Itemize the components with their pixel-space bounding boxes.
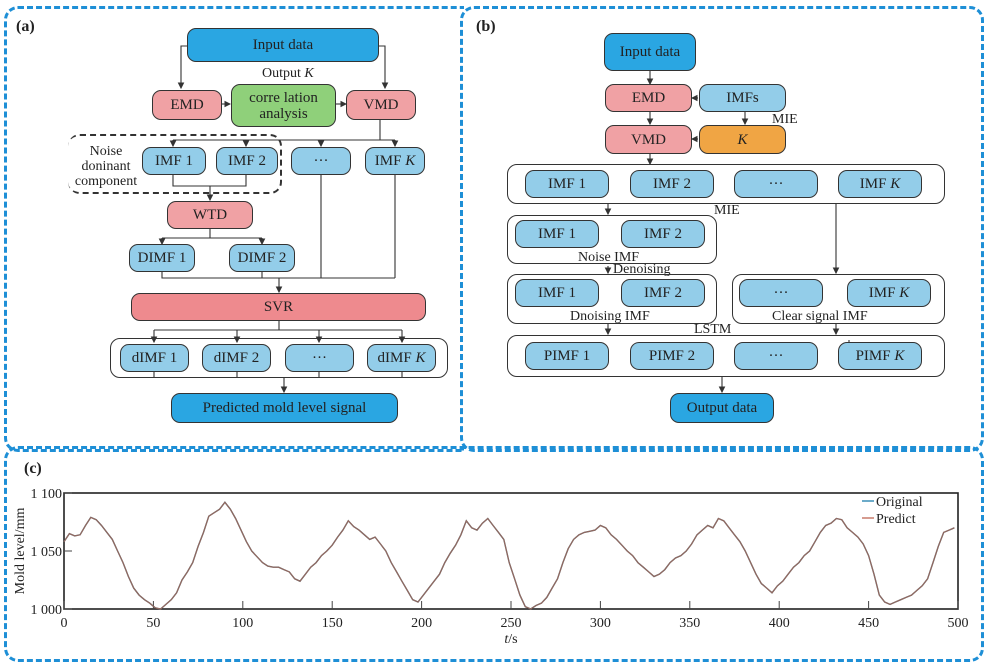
b-noise-imf1-label: IMF 1 [538,226,576,242]
b-imfs-box: IMFs [699,84,786,112]
b-imf2-label: IMF 2 [653,176,691,192]
b-pimf2-box: PIMF 2 [630,342,714,370]
b-clear-imfk-box: IMF K [847,279,931,307]
a-correlation-label: corre lation analysis [249,89,318,122]
b-dnoising-imf-label: Dnoising IMF [570,309,650,324]
b-vmd-label: VMD [630,131,666,148]
a-predicted-signal-box: Predicted mold level signal [171,393,398,423]
a-dimf-small2-box: dIMF 2 [202,344,271,372]
b-imf1-label: IMF 1 [548,176,586,192]
panel-b-label: (b) [476,18,496,35]
a-dimf2-box: DIMF 2 [229,244,295,272]
b-output-label: Output data [686,400,758,416]
b-imf1-box: IMF 1 [525,170,609,198]
b-k-label: K [737,131,748,148]
a-imf2-label: IMF 2 [228,153,266,169]
b-imfs-label: IMFs [726,90,759,106]
b-pimfk-box: PIMF K [838,342,922,370]
b-pimf1-label: PIMF 1 [543,348,591,364]
a-dimf-small2-label: dIMF 2 [213,350,260,366]
a-imfk-label: IMF [374,153,402,169]
panel-c-label: (c) [24,460,42,477]
b-clear-imfk-label: IMF [868,285,896,301]
b-emd-box: EMD [605,84,692,112]
a-noise-dominant-text: Noise doninant component [74,144,138,189]
b-ellipsis-label: ··· [768,176,784,192]
b-mie-label-2: MIE [714,203,740,218]
a-dimf1-box: DIMF 1 [129,244,195,272]
a-dimfk-label: dIMF [377,350,412,366]
b-pimf1-box: PIMF 1 [525,342,609,370]
b-noise-imf1-box: IMF 1 [515,220,599,248]
a-imfk-var: K [405,153,416,169]
b-pimfk-var: K [894,348,905,364]
b-noise-imf2-box: IMF 2 [621,220,705,248]
a-ellipsis-label: ··· [313,153,329,169]
b-pimf-ellipsis-box: ··· [734,342,818,370]
a-emd-label: EMD [170,97,204,113]
a-imf2-box: IMF 2 [216,147,278,175]
b-emd-label: EMD [631,90,666,106]
a-input-data-label: Input data [252,37,314,53]
b-imfk-label: IMF [859,176,887,192]
panel-a-label: (a) [16,18,35,35]
a-dimfk-var: K [415,350,426,366]
panel-a-frame [4,6,464,452]
a-svr-box: SVR [131,293,426,321]
a-imf1-box: IMF 1 [142,147,206,175]
a-dimfk-box: dIMF K [367,344,436,372]
b-dnoising-imf1-box: IMF 1 [515,279,599,307]
b-noise-imf2-label: IMF 2 [644,226,682,242]
b-clear-signal-label: Clear signal IMF [772,309,868,324]
b-input-label: Input data [619,44,681,60]
panel-c-frame [4,446,984,662]
a-correlation-analysis-box: corre lation analysis [231,84,336,127]
a-predicted-label: Predicted mold level signal [202,400,367,416]
a-imfk-box: IMF K [365,147,425,175]
a-svr-label: SVR [263,299,294,315]
b-pimfk-label: PIMF [855,348,891,364]
b-clear-ellipsis-label: ··· [773,285,789,301]
a-emd-box: EMD [152,90,222,120]
b-pimf-ellipsis-label: ··· [768,348,784,364]
b-dnoising-imf1-label: IMF 1 [538,285,576,301]
a-imf-ellipsis-box: ··· [291,147,351,175]
b-vmd-box: VMD [605,125,692,154]
a-dimf-small1-label: dIMF 1 [131,350,178,366]
b-clear-ellipsis-box: ··· [739,279,823,307]
b-clear-imfk-var: K [899,285,910,301]
a-dimf-ellipsis-box: ··· [285,344,354,372]
a-wtd-label: WTD [192,207,228,223]
b-imfk-box: IMF K [838,170,922,198]
b-dnoising-imf2-box: IMF 2 [621,279,705,307]
a-output-text: Output [262,66,301,81]
b-output-data-box: Output data [670,393,774,423]
b-imfk-var: K [890,176,901,192]
b-k-box: K [699,125,786,154]
b-dnoising-imf2-label: IMF 2 [644,285,682,301]
a-dimf-small1-box: dIMF 1 [120,344,189,372]
a-dimf2-label: DIMF 2 [237,250,287,266]
a-imf1-label: IMF 1 [155,153,193,169]
a-vmd-label: VMD [363,97,399,113]
a-dimf1-label: DIMF 1 [137,250,187,266]
a-output-k-label: Output K [262,66,314,81]
b-imf-ellipsis-box: ··· [734,170,818,198]
a-input-data-box: Input data [187,28,379,62]
b-pimf2-label: PIMF 2 [648,348,696,364]
a-wtd-box: WTD [167,201,253,229]
a-dimf-ellipsis-label: ··· [312,350,327,366]
a-noise-dominant-label: Noise doninant component [70,144,142,189]
a-output-k-var: K [304,66,314,81]
b-input-data-box: Input data [604,33,696,71]
b-imf2-box: IMF 2 [630,170,714,198]
a-vmd-box: VMD [346,90,416,120]
